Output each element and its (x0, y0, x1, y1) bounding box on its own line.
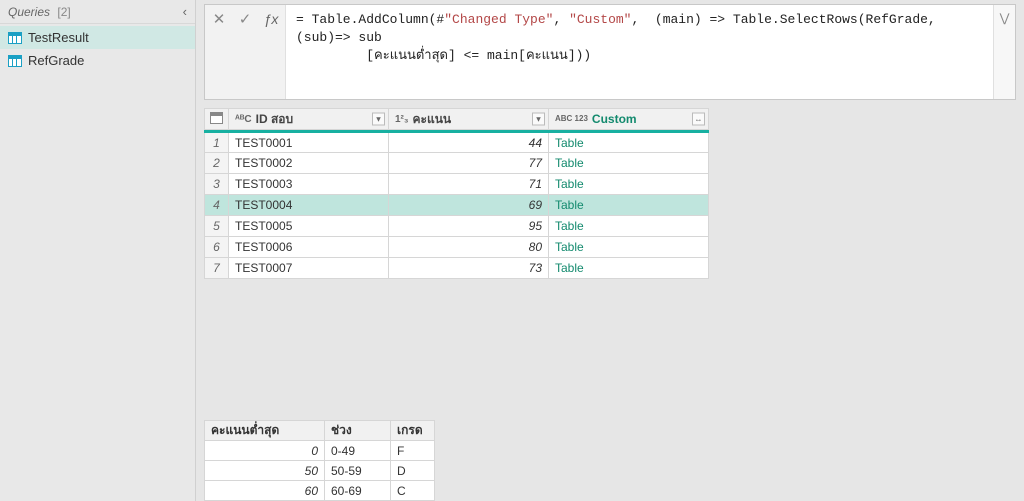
preview-row[interactable]: 5050-59D (205, 461, 435, 481)
cell-id[interactable]: TEST0007 (229, 258, 389, 279)
table-row[interactable]: 7TEST000773Table (205, 258, 709, 279)
queries-header: Queries [2] ‹ (0, 0, 195, 24)
header-row: ᴬᴮC ID สอบ ▾ 1²₃ คะแนน ▾ (205, 109, 709, 130)
query-item-label: RefGrade (28, 53, 84, 68)
formula-seg: "Changed Type" (444, 12, 553, 27)
query-item-label: TestResult (28, 30, 89, 45)
row-number[interactable]: 4 (205, 195, 229, 216)
cell-id[interactable]: TEST0002 (229, 153, 389, 174)
row-number[interactable]: 6 (205, 237, 229, 258)
type-number-icon: 1²₃ (395, 114, 409, 125)
preview-row[interactable]: 6060-69C (205, 481, 435, 501)
preview-cell-range[interactable]: 60-69 (325, 481, 391, 501)
formula-bar: ✕ ✓ ƒx = Table.AddColumn(#"Changed Type"… (204, 4, 1016, 100)
data-grid: ᴬᴮC ID สอบ ▾ 1²₃ คะแนน ▾ (204, 108, 1016, 279)
table-row[interactable]: 5TEST000595Table (205, 216, 709, 237)
cell-id[interactable]: TEST0005 (229, 216, 389, 237)
table-row[interactable]: 1TEST000144Table (205, 132, 709, 153)
cell-id[interactable]: TEST0004 (229, 195, 389, 216)
cell-score[interactable]: 44 (389, 132, 549, 153)
query-item-refgrade[interactable]: RefGrade (0, 49, 195, 72)
fx-icon[interactable]: ƒx (263, 11, 279, 27)
accept-formula-icon[interactable]: ✓ (237, 11, 253, 27)
cell-score[interactable]: 95 (389, 216, 549, 237)
table-row[interactable]: 3TEST000371Table (205, 174, 709, 195)
cell-score[interactable]: 80 (389, 237, 549, 258)
preview-cell-min[interactable]: 50 (205, 461, 325, 481)
preview-cell-grade[interactable]: C (391, 481, 435, 501)
cell-id[interactable]: TEST0001 (229, 132, 389, 153)
type-any-icon: ABC 123 (555, 116, 588, 122)
formula-seg: = Table.AddColumn(# (296, 12, 444, 27)
formula-seg: [คะแนนต่ำสุด] <= main[คะแนน])) (296, 48, 591, 63)
column-label: ID สอบ (256, 110, 293, 129)
preview-cell-range[interactable]: 50-59 (325, 461, 391, 481)
type-text-icon: ᴬᴮC (235, 114, 252, 125)
preview-table: คะแนนต่ำสุด ช่วง เกรด 00-49F5050-59D6060… (204, 420, 435, 501)
cell-id[interactable]: TEST0006 (229, 237, 389, 258)
formula-input[interactable]: = Table.AddColumn(#"Changed Type", "Cust… (286, 5, 993, 99)
preview-col-range[interactable]: ช่วง (325, 421, 391, 441)
preview-cell-grade[interactable]: F (391, 441, 435, 461)
query-list: TestResult RefGrade (0, 24, 195, 74)
cell-id[interactable]: TEST0003 (229, 174, 389, 195)
cell-score[interactable]: 71 (389, 174, 549, 195)
formula-actions: ✕ ✓ ƒx (205, 5, 286, 99)
queries-pane: Queries [2] ‹ TestResult RefGrade (0, 0, 196, 501)
preview-cell-range[interactable]: 0-49 (325, 441, 391, 461)
query-item-testresult[interactable]: TestResult (0, 26, 195, 49)
formula-expand-toggle[interactable]: ⋁ (993, 5, 1015, 99)
record-preview: คะแนนต่ำสุด ช่วง เกรด 00-49F5050-59D6060… (204, 420, 435, 501)
cell-custom[interactable]: Table (549, 195, 709, 216)
row-number[interactable]: 1 (205, 132, 229, 153)
preview-cell-min[interactable]: 0 (205, 441, 325, 461)
cell-custom[interactable]: Table (549, 174, 709, 195)
cell-score[interactable]: 69 (389, 195, 549, 216)
table-row[interactable]: 4TEST000469Table (205, 195, 709, 216)
preview-header-row: คะแนนต่ำสุด ช่วง เกรด (205, 421, 435, 441)
column-label: Custom (592, 112, 637, 126)
queries-count: [2] (57, 5, 70, 19)
preview-row[interactable]: 00-49F (205, 441, 435, 461)
preview-cell-min[interactable]: 60 (205, 481, 325, 501)
column-header-custom[interactable]: ABC 123 Custom ↔ (549, 109, 709, 130)
table-icon (8, 32, 22, 44)
cell-custom[interactable]: Table (549, 237, 709, 258)
preview-cell-grade[interactable]: D (391, 461, 435, 481)
cell-custom[interactable]: Table (549, 153, 709, 174)
row-number[interactable]: 3 (205, 174, 229, 195)
table-icon (210, 112, 223, 124)
collapse-pane-icon[interactable]: ‹ (183, 4, 187, 19)
cell-custom[interactable]: Table (549, 216, 709, 237)
formula-seg: "Custom" (569, 12, 631, 27)
row-number[interactable]: 2 (205, 153, 229, 174)
row-number[interactable]: 7 (205, 258, 229, 279)
formula-seg: , (553, 12, 569, 27)
filter-dropdown-icon[interactable]: ▾ (372, 113, 385, 126)
filter-dropdown-icon[interactable]: ▾ (532, 113, 545, 126)
cell-score[interactable]: 77 (389, 153, 549, 174)
table-row[interactable]: 6TEST000680Table (205, 237, 709, 258)
cancel-formula-icon[interactable]: ✕ (211, 11, 227, 27)
main-area: ✕ ✓ ƒx = Table.AddColumn(#"Changed Type"… (196, 0, 1024, 501)
table-corner-button[interactable] (205, 109, 229, 130)
cell-custom[interactable]: Table (549, 258, 709, 279)
cell-custom[interactable]: Table (549, 132, 709, 153)
row-number[interactable]: 5 (205, 216, 229, 237)
table-row[interactable]: 2TEST000277Table (205, 153, 709, 174)
column-label: คะแนน (413, 110, 452, 129)
table-icon (8, 55, 22, 67)
preview-col-min[interactable]: คะแนนต่ำสุด (205, 421, 325, 441)
column-header-score[interactable]: 1²₃ คะแนน ▾ (389, 109, 549, 130)
queries-title: Queries (8, 5, 50, 19)
column-header-id[interactable]: ᴬᴮC ID สอบ ▾ (229, 109, 389, 130)
preview-col-grade[interactable]: เกรด (391, 421, 435, 441)
results-table: ᴬᴮC ID สอบ ▾ 1²₃ คะแนน ▾ (204, 108, 709, 279)
cell-score[interactable]: 73 (389, 258, 549, 279)
expand-column-icon[interactable]: ↔ (692, 113, 705, 126)
